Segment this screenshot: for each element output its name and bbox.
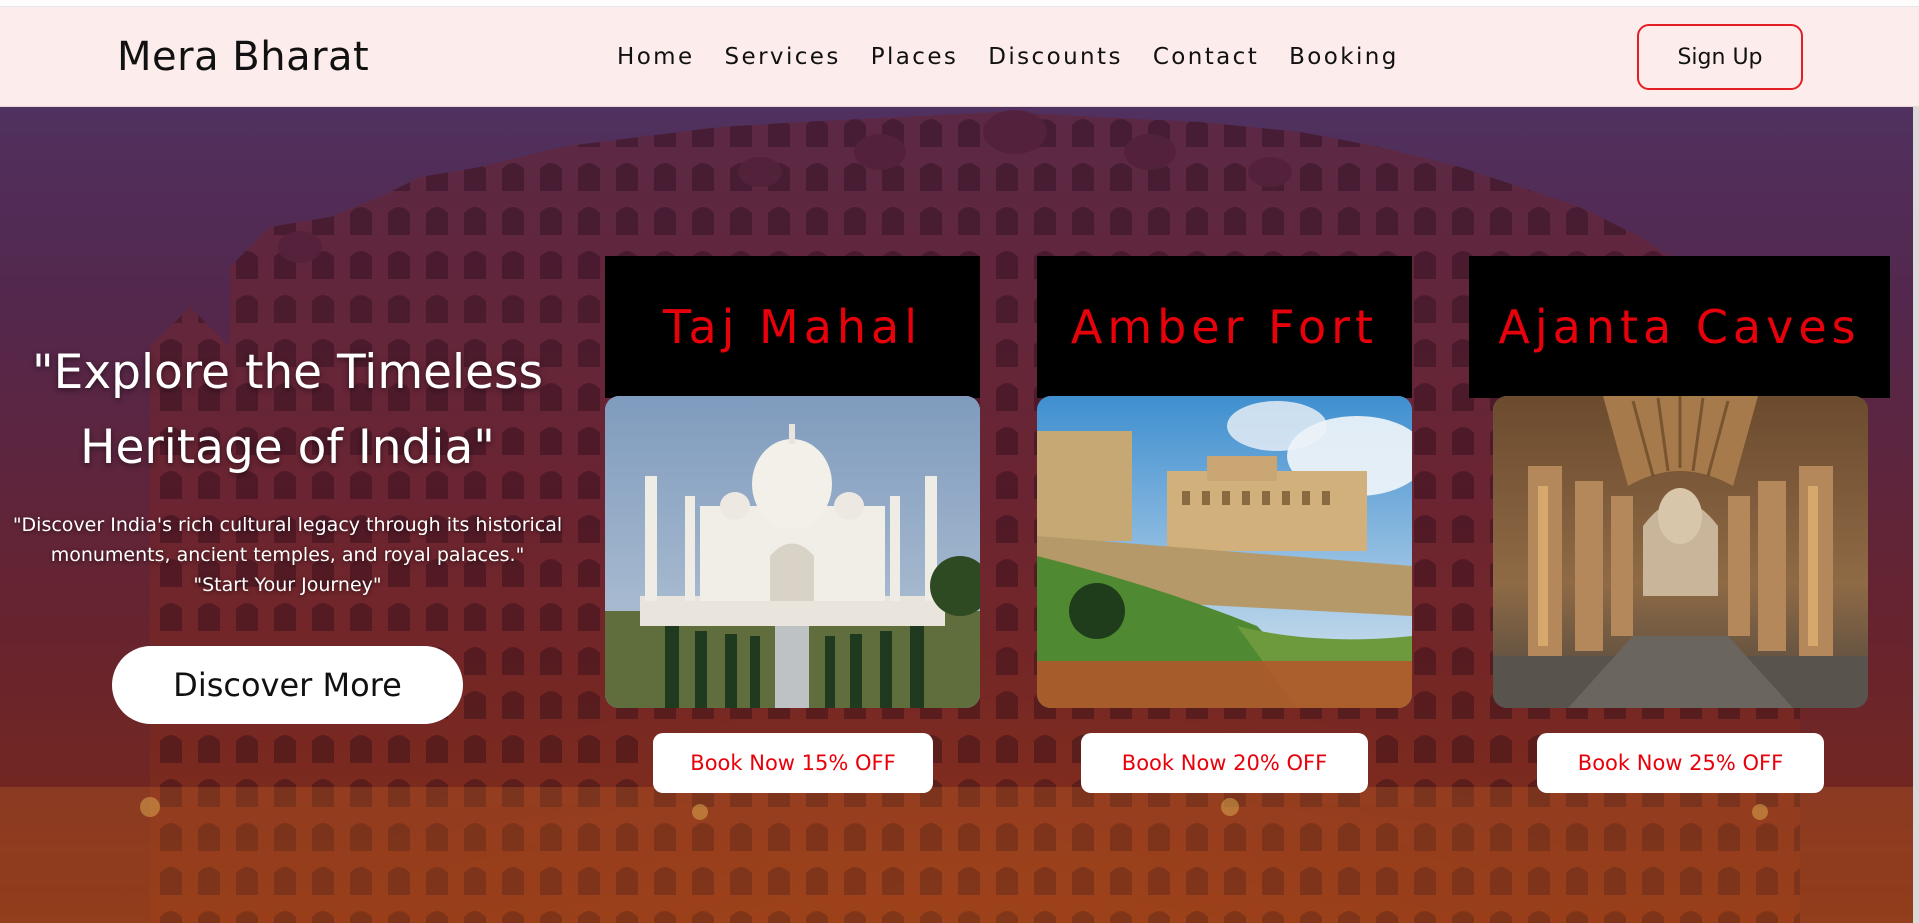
hero-subtitle-line-1: "Discover India's rich cultural legacy t… <box>12 514 563 536</box>
book-now-taj-mahal-button[interactable]: Book Now 15% OFF <box>653 733 933 793</box>
hero-title-line-1: "Explore the Timeless <box>32 345 543 400</box>
browser-top-edge <box>0 0 1919 7</box>
hero-section: "Explore the Timeless Heritage of India"… <box>0 107 1919 923</box>
brand-logo[interactable]: Mera Bharat <box>117 34 369 80</box>
hero-subtitle-line-3: "Start Your Journey" <box>193 574 382 596</box>
card-title-taj-mahal: Taj Mahal <box>605 256 980 398</box>
hero-title: "Explore the Timeless Heritage of India" <box>0 335 575 485</box>
page-scrollbar[interactable] <box>1913 107 1919 923</box>
navbar: Mera Bharat Home Services Places Discoun… <box>0 7 1919 107</box>
hero-subtitle-line-2: monuments, ancient temples, and royal pa… <box>50 544 525 566</box>
taj-mahal-image <box>605 396 980 708</box>
nav-item-places[interactable]: Places <box>871 44 959 70</box>
book-now-amber-fort-button[interactable]: Book Now 20% OFF <box>1081 733 1368 793</box>
ajanta-caves-image <box>1493 396 1868 708</box>
card-title-amber-fort: Amber Fort <box>1037 256 1412 398</box>
nav-item-home[interactable]: Home <box>617 44 695 70</box>
nav-item-contact[interactable]: Contact <box>1153 44 1259 70</box>
hero-subtitle: "Discover India's rich cultural legacy t… <box>0 510 575 600</box>
nav-item-discounts[interactable]: Discounts <box>988 44 1123 70</box>
amber-fort-image <box>1037 396 1412 708</box>
book-now-ajanta-caves-button[interactable]: Book Now 25% OFF <box>1537 733 1824 793</box>
discover-more-button[interactable]: Discover More <box>112 646 463 724</box>
nav-item-services[interactable]: Services <box>725 44 841 70</box>
hero-title-line-2: Heritage of India" <box>80 420 495 475</box>
card-title-ajanta-caves: Ajanta Caves <box>1469 256 1890 398</box>
nav-links: Home Services Places Discounts Contact B… <box>617 44 1429 70</box>
signup-button[interactable]: Sign Up <box>1637 24 1803 90</box>
nav-item-booking[interactable]: Booking <box>1289 44 1399 70</box>
